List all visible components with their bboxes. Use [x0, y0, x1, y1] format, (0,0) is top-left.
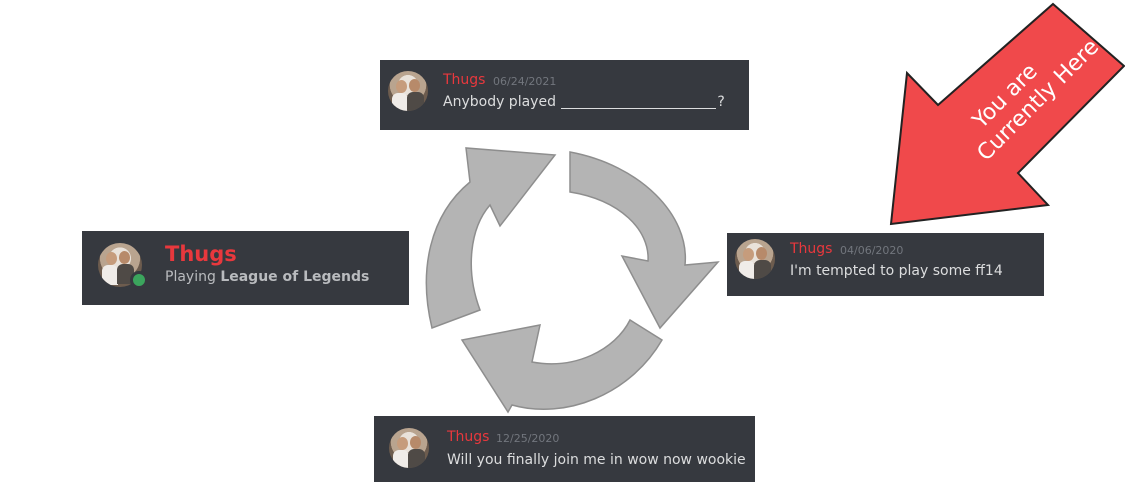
status-activity: Playing League of Legends [165, 269, 369, 285]
message-username: Thugs [790, 241, 833, 257]
avatar [735, 239, 775, 279]
message-card-top: Thugs 06/24/2021 Anybody played ? [380, 60, 749, 130]
message-username: Thugs [447, 429, 490, 445]
message-text: Will you finally join me in wow now wook… [447, 452, 746, 468]
message-text-before: Anybody played [443, 94, 556, 110]
message-timestamp: 12/25/2020 [496, 432, 560, 445]
avatar [389, 428, 429, 468]
message-timestamp: 06/24/2021 [493, 75, 557, 88]
message-username: Thugs [443, 72, 486, 88]
online-status-icon [130, 271, 148, 289]
avatar [388, 71, 428, 111]
message-text: I'm tempted to play some ff14 [790, 263, 1003, 279]
fill-in-blank [561, 94, 717, 109]
message-text-after: ? [717, 94, 725, 110]
message-timestamp: 04/06/2020 [840, 244, 904, 257]
message-card-right: Thugs 04/06/2020 I'm tempted to play som… [727, 233, 1044, 296]
message-text: Anybody played ? [443, 94, 725, 110]
message-card-bottom: Thugs 12/25/2020 Will you finally join m… [374, 416, 755, 482]
activity-game: League of Legends [220, 269, 370, 285]
activity-prefix: Playing [165, 269, 216, 285]
status-card: Thugs Playing League of Legends [82, 231, 409, 305]
status-username: Thugs [165, 242, 237, 266]
